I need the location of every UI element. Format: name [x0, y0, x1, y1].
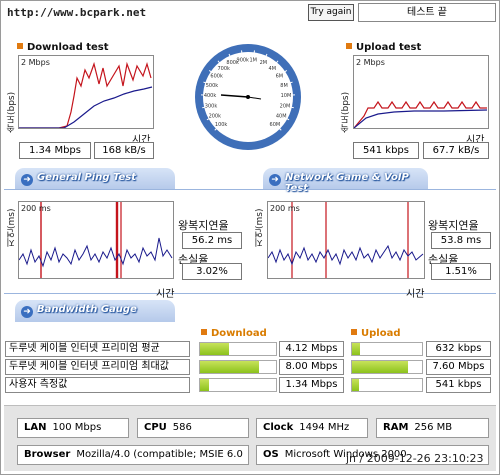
upload-max-label: 2 Mbps — [356, 58, 385, 67]
bandwidth-row-label: 두루넷 케이블 인터넷 프리미엄 평균 — [5, 341, 190, 357]
gauge-tick-label: 400k — [204, 93, 217, 99]
upload-bar-fill — [352, 361, 408, 373]
ping-loss-value: 3.02% — [182, 263, 242, 280]
download-max-label: 2 Mbps — [21, 58, 50, 67]
gauge-tick-label: 60M — [270, 122, 281, 128]
bullet-icon — [17, 43, 23, 49]
upload-kbps-value: 541 kbps — [353, 142, 419, 159]
gauge-tick-label: 40M — [276, 113, 287, 119]
game-loss-value: 1.51% — [431, 263, 491, 280]
upload-title: Upload test — [346, 42, 421, 53]
game-chart — [268, 202, 424, 278]
download-bar — [199, 360, 277, 374]
cpu-info: CPU 586 — [137, 418, 249, 438]
ping-x-label: 시간 — [156, 289, 175, 300]
ping-series — [19, 237, 173, 268]
game-max-label: 200 ms — [270, 204, 300, 213]
game-section-header: ➜ Network Game & VoIP Test — [263, 168, 428, 194]
download-series-red — [19, 61, 152, 128]
gauge-tick-label: 700k — [217, 66, 230, 72]
ping-graph: 200 ms — [18, 201, 174, 279]
download-value: 4.12 Mbps — [279, 341, 344, 357]
gauge-tick — [290, 106, 294, 109]
arrow-right-icon: ➜ — [269, 174, 281, 186]
download-title: Download test — [17, 42, 109, 53]
test-status-field: 테스트 끝 — [358, 3, 496, 22]
timestamp: jn / 2009-12-26 23:10:23 — [346, 452, 484, 465]
upload-y-label: 속도(bps) — [341, 91, 351, 133]
bandwidth-upload-head: Upload — [351, 328, 400, 339]
upload-series-blue — [354, 109, 488, 128]
ping-max-label: 200 ms — [21, 204, 51, 213]
speed-test-window: http://www.bcpark.net Try again 테스트 끝 Do… — [0, 0, 500, 475]
download-value: 8.00 Mbps — [279, 359, 344, 375]
gauge-tick-label: 300k — [205, 104, 218, 110]
upload-kbs-value: 67.7 kB/s — [423, 142, 489, 159]
ping-chart — [19, 202, 173, 278]
ping-rtt-value: 56.2 ms — [182, 232, 242, 249]
bandwidth-section-header: ➜ Bandwidth Gauge — [15, 300, 175, 322]
site-url: http://www.bcpark.net — [7, 6, 147, 19]
gauge-tick-label: 6M — [276, 74, 284, 80]
speed-gauge: 100k 200k 300k 400k 500k 600k 700k 800k 900k 1M 2M… — [193, 37, 303, 157]
arrow-right-icon: ➜ — [21, 306, 33, 318]
upload-graph: 2 Mbps — [353, 55, 489, 129]
game-x-label: 시간 — [406, 289, 425, 300]
game-graph: 200 ms — [267, 201, 425, 279]
gauge-tick-label: 20M — [280, 104, 291, 110]
download-series-blue — [19, 86, 153, 128]
download-value: 1.34 Mbps — [279, 377, 344, 393]
upload-bar — [351, 342, 423, 356]
game-rtt-value: 53.8 ms — [431, 232, 491, 249]
gauge-tick-label: 100k — [215, 122, 228, 128]
download-y-label: 속도(bps) — [7, 91, 17, 133]
bandwidth-download-head: Download — [201, 328, 267, 339]
upload-bar — [351, 360, 423, 374]
ram-info: RAM 256 MB — [376, 418, 489, 438]
download-bar — [199, 378, 277, 392]
upload-value: 7.60 Mbps — [426, 359, 491, 375]
download-bar-fill — [200, 361, 260, 373]
upload-bar-fill — [352, 343, 361, 355]
ping-rtt-label: 왕복지연율 — [178, 219, 229, 232]
arrow-right-icon: ➜ — [21, 174, 33, 186]
try-again-button[interactable]: Try again — [308, 4, 354, 21]
bullet-icon — [346, 43, 352, 49]
gauge-tick-label: 900k — [237, 57, 250, 63]
browser-info: Browser Mozilla/4.0 (compatible; MSIE 6.0 — [17, 445, 249, 465]
game-y-label: 지연(ms) — [255, 208, 265, 247]
gauge-tick-label: 10M — [281, 93, 292, 99]
lan-info: LAN 100 Mbps — [17, 418, 129, 438]
bandwidth-row-label: 두루넷 케이블 인터넷 프리미엄 최대값 — [5, 359, 190, 375]
gauge-tick-label: 200k — [209, 113, 222, 119]
game-series — [268, 244, 424, 266]
download-bar-fill — [200, 343, 229, 355]
download-kbs-value: 168 kB/s — [94, 142, 154, 159]
game-rtt-label: 왕복지연율 — [428, 219, 479, 232]
upload-bar — [351, 378, 423, 392]
download-bar — [199, 342, 277, 356]
bullet-icon — [201, 329, 207, 335]
ping-y-label: 지연(ms) — [7, 208, 17, 247]
clock-info: Clock 1494 MHz — [256, 418, 368, 438]
upload-value: 632 kbps — [426, 341, 491, 357]
gauge-tick-label: 4M — [269, 66, 277, 72]
gauge-tick-label: 500k — [206, 83, 219, 89]
bullet-icon — [351, 329, 357, 335]
bandwidth-row-label: 사용자 측정값 — [5, 377, 190, 393]
upload-value: 541 kbps — [426, 377, 491, 393]
gauge-tick-label: 600k — [210, 74, 223, 80]
upload-bar-fill — [352, 379, 359, 391]
gauge-tick-label: 2M — [260, 60, 268, 66]
download-graph: 2 Mbps — [18, 55, 154, 129]
gauge-tick-label: 1M — [249, 57, 257, 63]
ping-section-header: ➜ General Ping Test — [15, 168, 175, 190]
download-bar-fill — [200, 379, 210, 391]
gauge-tick-label: 8M — [280, 83, 288, 89]
download-mbps-value: 1.34 Mbps — [19, 142, 91, 159]
gauge-dial: 100k200k300k400k500k600k700k800k900k 1M 2M… — [195, 44, 301, 150]
